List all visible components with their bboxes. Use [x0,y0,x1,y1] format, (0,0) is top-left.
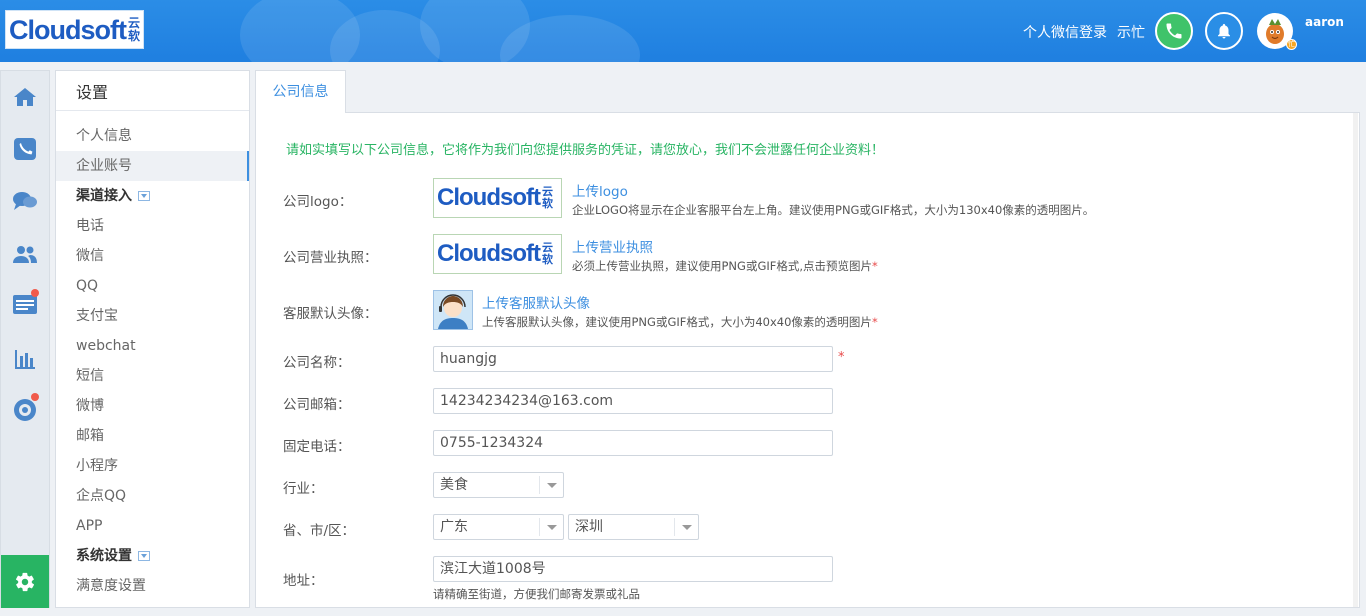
license-preview-wordmark: Cloudsoft [437,240,541,267]
license-preview[interactable]: Cloudsoft 云软 [433,234,562,274]
sidebar-menu: 个人信息 企业账号 渠道接入 电话 微信 QQ 支付宝 webchat 短信 微… [56,111,249,601]
address-input[interactable]: 滨江大道1008号 [433,556,833,582]
company-name-input[interactable]: huangjg [433,346,833,372]
required-mark: * [872,259,878,273]
province-selected-value: 广东 [440,519,468,535]
notification-button[interactable] [1205,12,1243,50]
sidebar-item-email[interactable]: 邮箱 [56,421,249,451]
license-label: 公司营业执照： [283,250,378,266]
sidebar-item-webchat[interactable]: webchat [56,331,249,361]
sidebar-item-mini-program[interactable]: 小程序 [56,451,249,481]
rail-home[interactable] [12,84,38,110]
busy-status-toggle[interactable]: 示忙 [1117,22,1145,42]
sidebar-group-label: 系统设置 [76,548,132,564]
rail-phone[interactable] [12,136,38,162]
settings-sidebar: 设置 个人信息 企业账号 渠道接入 电话 微信 QQ 支付宝 webchat 短… [55,70,250,608]
license-hint: 必须上传营业执照，建议使用PNG或GIF格式,点击预览图片* [572,258,878,274]
logo-chinese: 云 软 [127,15,140,43]
landline-label: 固定电话： [283,439,351,455]
form-notice: 请如实填写以下公司信息，它将作为我们向您提供服务的凭证，请您放心，我们不会泄露任… [286,143,885,158]
tab-company-info[interactable]: 公司信息 [255,70,346,113]
industry-selected-value: 美食 [440,477,468,493]
tickets-unread-dot [31,289,39,297]
phone-icon [1166,23,1182,39]
logo-wordmark: Cloudsoft [9,14,127,45]
chevron-down-icon [138,551,150,561]
logo-label: 公司logo： [283,194,353,210]
company-email-input[interactable]: 14234234234@163.com [433,388,833,414]
rail-chat[interactable] [12,188,38,214]
license-preview-chinese: 云软 [542,242,553,266]
phone-button[interactable] [1155,12,1193,50]
license-hint-text: 必须上传营业执照，建议使用PNG或GIF格式,点击预览图片 [572,259,873,273]
city-selected-value: 深圳 [575,519,603,535]
settings-icon [15,572,35,591]
monitor-unread-dot [31,393,39,401]
rail-settings[interactable] [1,555,49,608]
wechat-login-link[interactable]: 个人微信登录 [1023,22,1107,42]
avatar-hint: 上传客服默认头像，建议使用PNG或GIF格式，大小为40x40像素的透明图片* [482,314,878,330]
required-mark: * [838,350,845,365]
chevron-down-icon [138,191,150,201]
sidebar-item-weibo[interactable]: 微博 [56,391,249,421]
address-hint: 请精确至街道，方便我们邮寄发票或礼品 [433,587,640,601]
company-name-label: 公司名称： [283,355,351,371]
sidebar-group-label: 渠道接入 [76,188,132,204]
logo-preview-wordmark: Cloudsoft [437,184,541,211]
logo-cn-bottom: 软 [127,28,140,43]
logo-preview-chinese: 云软 [542,186,553,210]
logo-cn-bottom: 软 [541,197,553,210]
chevron-down-icon [674,518,698,536]
sidebar-item-phone[interactable]: 电话 [56,211,249,241]
logo-preview[interactable]: Cloudsoft 云软 [433,178,562,218]
industry-label: 行业： [283,481,324,497]
sidebar-item-qidian-qq[interactable]: 企点QQ [56,481,249,511]
sidebar-item-satisfaction[interactable]: 满意度设置 [56,571,249,601]
avatar-hint-text: 上传客服默认头像，建议使用PNG或GIF格式，大小为40x40像素的透明图片 [482,315,872,329]
avatar-status-badge: 忙 [1286,39,1297,50]
logo-cn-top: 云 [127,15,140,30]
sidebar-item-company-account[interactable]: 企业账号 [56,151,249,181]
bar-chart-icon [15,350,35,369]
rail-contacts[interactable] [12,241,38,267]
sidebar-item-app[interactable]: APP [56,511,249,541]
address-label: 地址： [283,573,324,589]
brand-logo[interactable]: Cloudsoft 云 软 [5,10,144,49]
required-mark: * [871,315,878,329]
sidebar-item-alipay[interactable]: 支付宝 [56,301,249,331]
bell-icon [1218,23,1230,39]
sidebar-item-sms[interactable]: 短信 [56,361,249,391]
phone-icon [14,138,36,160]
default-avatar-preview[interactable] [433,290,473,330]
vertical-scrollbar[interactable] [1353,113,1358,607]
industry-select[interactable]: 美食 [433,472,564,498]
sidebar-item-personal-info[interactable]: 个人信息 [56,121,249,151]
rail-statistics[interactable] [12,346,38,372]
users-icon [13,246,37,263]
agent-avatar-icon [434,291,472,329]
sidebar-item-wechat[interactable]: 微信 [56,241,249,271]
username-label[interactable]: aaron [1305,15,1344,29]
logo-cn-bottom: 软 [541,253,553,266]
sidebar-group-channels[interactable]: 渠道接入 [56,181,249,211]
chat-icon [13,192,37,210]
top-header: Cloudsoft 云 软 个人微信登录 示忙 忙 aaron [0,0,1366,62]
chevron-down-icon [539,476,563,494]
upload-avatar-link[interactable]: 上传客服默认头像 [482,292,590,312]
upload-license-link[interactable]: 上传营业执照 [572,236,653,256]
logo-hint: 企业LOGO将显示在企业客服平台左上角。建议使用PNG或GIF格式，大小为130… [572,203,1095,217]
upload-logo-link[interactable]: 上传logo [572,180,628,200]
sidebar-title: 设置 [56,71,249,111]
city-select[interactable]: 深圳 [568,514,699,540]
home-icon [14,88,36,106]
sidebar-item-qq[interactable]: QQ [56,271,249,301]
chevron-down-icon [539,518,563,536]
province-select[interactable]: 广东 [433,514,564,540]
landline-input[interactable]: 0755-1234324 [433,430,833,456]
default-avatar-label: 客服默认头像： [283,306,378,322]
company-email-label: 公司邮箱： [283,397,351,413]
region-label: 省、市/区： [283,523,356,539]
sidebar-group-system-settings[interactable]: 系统设置 [56,541,249,571]
